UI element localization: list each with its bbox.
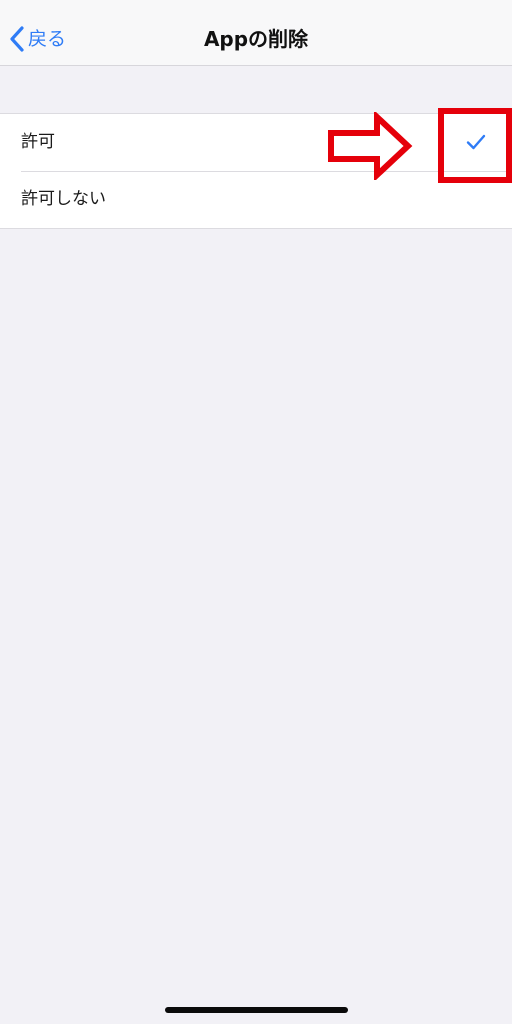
- option-label: 許可しない: [21, 189, 106, 209]
- page-title: Appの削除: [203, 27, 309, 51]
- home-indicator[interactable]: [165, 1007, 348, 1013]
- annotation-arrow-icon: [327, 110, 413, 184]
- options-list: 許可 許可しない: [0, 113, 512, 229]
- option-allow[interactable]: 許可: [0, 114, 512, 171]
- annotation-highlight-box: [438, 108, 512, 183]
- option-label: 許可: [21, 132, 55, 152]
- navigation-bar: 戻る Appの削除: [0, 0, 512, 66]
- option-disallow[interactable]: 許可しない: [0, 171, 512, 228]
